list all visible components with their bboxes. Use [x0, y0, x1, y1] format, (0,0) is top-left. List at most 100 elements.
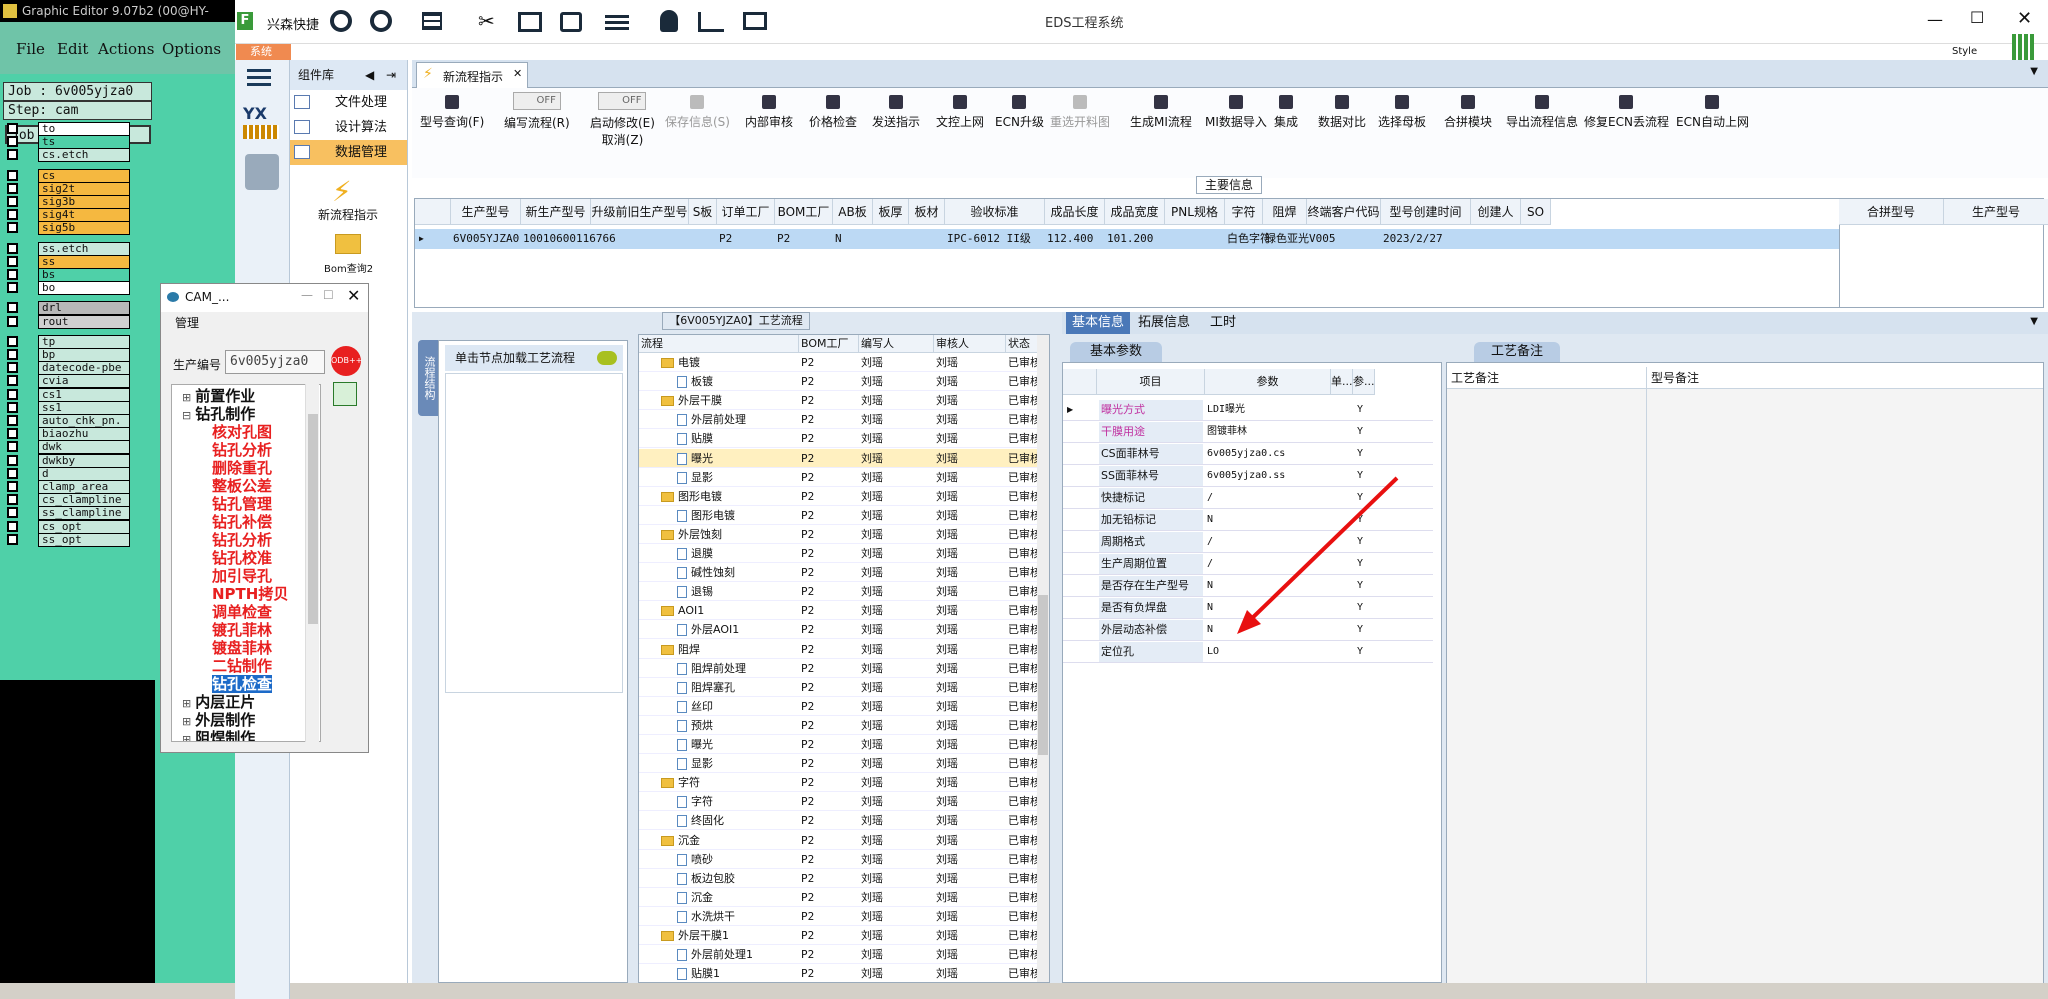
column-header[interactable]: 单... [1331, 369, 1353, 395]
table-row[interactable]: AOI1 P2 刘瑶 刘瑶 已审核 [639, 601, 1039, 621]
tree-item[interactable]: 核对孔图 [212, 423, 272, 441]
vertical-tab-structure[interactable]: 流程结构 [418, 340, 438, 416]
table-row[interactable]: 显影 P2 刘瑶 刘瑶 已审核 [639, 754, 1039, 774]
layer-checkbox[interactable] [7, 149, 18, 161]
layer-checkbox[interactable] [7, 182, 18, 194]
column-header[interactable]: 终端客户代码 [1307, 199, 1381, 225]
table-row[interactable]: 板边包胶 P2 刘瑶 刘瑶 已审核 [639, 869, 1039, 888]
tree-item[interactable]: ⊞ 内层正片 [182, 693, 255, 713]
column-header[interactable]: 成品宽度 [1105, 199, 1165, 225]
layer-checkbox[interactable] [7, 362, 18, 374]
maximize-button[interactable]: ☐ [323, 288, 334, 302]
odb-icon[interactable]: ODB++ [331, 346, 362, 376]
layer-checkbox[interactable] [7, 196, 18, 207]
menu-edit[interactable]: Edit [57, 40, 88, 58]
tab-basic-info[interactable]: 基本信息 [1066, 312, 1130, 334]
column-header[interactable]: 参数 [1205, 369, 1331, 395]
column-header[interactable]: 状态 [1006, 335, 1041, 353]
layer-checkbox[interactable] [7, 441, 18, 453]
table-row[interactable]: 阻焊前处理 P2 刘瑶 刘瑶 已审核 [639, 659, 1039, 678]
gauge-icon[interactable] [370, 10, 392, 32]
toolbar-button-10[interactable]: 生成MI流程 [1130, 92, 1192, 130]
scissors-icon[interactable]: ✂ [478, 10, 495, 32]
user-icon[interactable] [660, 10, 678, 32]
tree-item[interactable]: ⊞ 前置作业 [182, 387, 255, 407]
layer-checkbox[interactable] [7, 481, 18, 492]
column-header[interactable]: 生产型号 [451, 199, 521, 225]
component-data-management[interactable]: 数据管理 [290, 140, 407, 165]
minimize-button[interactable]: — [1927, 10, 1943, 29]
toggle-switch[interactable]: OFF [598, 92, 647, 110]
layer-row[interactable]: ss1 [7, 400, 130, 415]
toolbar-button-0[interactable]: 型号查询(F) [420, 92, 484, 130]
table-row[interactable]: ▶ 曝光方式 LDI曝光 Y [1063, 399, 1433, 421]
table-row[interactable]: 退膜 P2 刘瑶 刘瑶 已审核 [639, 544, 1039, 563]
table-row[interactable]: 干膜用途 图镀菲林 Y [1063, 421, 1433, 443]
table-row[interactable]: 外层AOI1 P2 刘瑶 刘瑶 已审核 [639, 620, 1039, 640]
notes-process-area[interactable] [1447, 389, 1647, 983]
column-header[interactable]: 升级前旧生产型号 [591, 199, 689, 225]
notes-model-area[interactable] [1647, 389, 2043, 983]
table-row[interactable]: 显影 P2 刘瑶 刘瑶 已审核 [639, 468, 1039, 487]
toolbar-button-17[interactable]: 修复ECN丢流程 [1584, 92, 1669, 130]
component-design-algorithm[interactable]: 设计算法 [290, 115, 407, 140]
layer-checkbox[interactable] [7, 302, 18, 314]
column-header[interactable]: 成品长度 [1045, 199, 1105, 225]
list-icon[interactable] [605, 14, 629, 30]
table-row[interactable]: ▶ 6V005YJZA0 10010600116766 P2 P2 N IPC-6012 I… [415, 229, 1839, 249]
tree-item[interactable]: 整板公差 [212, 477, 272, 495]
toolbar-button-7[interactable]: 文控上网 [936, 92, 984, 130]
tree-item[interactable]: 钻孔校准 [212, 549, 272, 567]
expand-icon[interactable]: ⊞ [182, 697, 191, 710]
tree-item[interactable]: 钻孔检查 [212, 675, 273, 693]
layer-row[interactable]: d [7, 466, 130, 481]
tree-item[interactable]: ⊞ 阻焊制作 [182, 729, 255, 741]
layer-row[interactable]: biaozhu [7, 427, 130, 442]
toolbar-button-15[interactable]: 合拼模块 [1444, 92, 1492, 130]
yx-logo-icon[interactable]: YX [243, 104, 279, 144]
column-header[interactable]: PNL规格 [1165, 199, 1225, 225]
table-row[interactable]: 退锡 P2 刘瑶 刘瑶 已审核 [639, 582, 1039, 602]
close-button[interactable]: ✕ [2017, 8, 2032, 29]
layer-row[interactable]: sig5b [7, 221, 130, 236]
toolbar-button-4[interactable]: 内部审核 [745, 92, 793, 130]
layer-checkbox[interactable] [7, 255, 18, 267]
toolbar-button-3[interactable]: 保存信息(S) [665, 92, 730, 130]
toolbar-button-11[interactable]: MI数据导入 [1205, 92, 1267, 130]
toggle-switch[interactable]: OFF [512, 92, 561, 110]
expand-icon[interactable]: ⊞ [182, 391, 191, 404]
column-header[interactable]: 流程 [639, 335, 799, 353]
menu-icon[interactable] [247, 68, 271, 86]
layer-checkbox[interactable] [7, 507, 18, 519]
table-row[interactable]: 电镀 P2 刘瑶 刘瑶 已审核 [639, 353, 1039, 372]
column-header[interactable]: 字符 [1225, 199, 1263, 225]
layer-row[interactable]: rout [7, 314, 130, 329]
table-row[interactable]: 终固化 P2 刘瑶 刘瑶 已审核 [639, 811, 1039, 831]
tree-item[interactable]: ⊟ 钻孔制作 [182, 405, 255, 425]
column-header[interactable]: 型号创建时间 [1381, 199, 1471, 225]
layer-row[interactable]: datecode-pbe [7, 361, 130, 376]
toolbar-button-18[interactable]: ECN自动上网 [1676, 92, 1749, 130]
copy-icon[interactable] [560, 12, 582, 32]
column-header[interactable]: 创建人 [1471, 199, 1521, 225]
table-row[interactable]: 定位孔 LO Y [1063, 641, 1433, 663]
style-dropdown[interactable]: Style [1952, 46, 1977, 57]
tab-menu-icon[interactable]: ▼ [2030, 66, 2038, 77]
layer-row[interactable]: cs_opt [7, 519, 130, 534]
maximize-button[interactable]: ☐ [1970, 8, 1984, 27]
layer-row[interactable]: tp [7, 334, 130, 349]
toolbar-button-6[interactable]: 发送指示 [872, 92, 920, 130]
layer-checkbox[interactable] [7, 375, 18, 387]
scroll-thumb[interactable] [308, 414, 318, 624]
layer-row[interactable]: clamp_area [7, 480, 130, 494]
expand-icon[interactable]: ⊞ [182, 715, 191, 728]
layer-row[interactable]: sig4t [7, 208, 130, 223]
film-icon[interactable] [518, 12, 542, 32]
column-header[interactable]: 验收标准 [945, 199, 1045, 225]
column-header[interactable]: AB板 [833, 199, 873, 225]
table-row[interactable]: 阻焊塞孔 P2 刘瑶 刘瑶 已审核 [639, 678, 1039, 697]
table-row[interactable]: 外层前处理1 P2 刘瑶 刘瑶 已审核 [639, 945, 1039, 965]
detail-menu-icon[interactable]: ▼ [2030, 316, 2038, 327]
tree-item[interactable]: 钻孔补偿 [212, 513, 272, 531]
system-tab[interactable]: 系统 [236, 44, 291, 60]
